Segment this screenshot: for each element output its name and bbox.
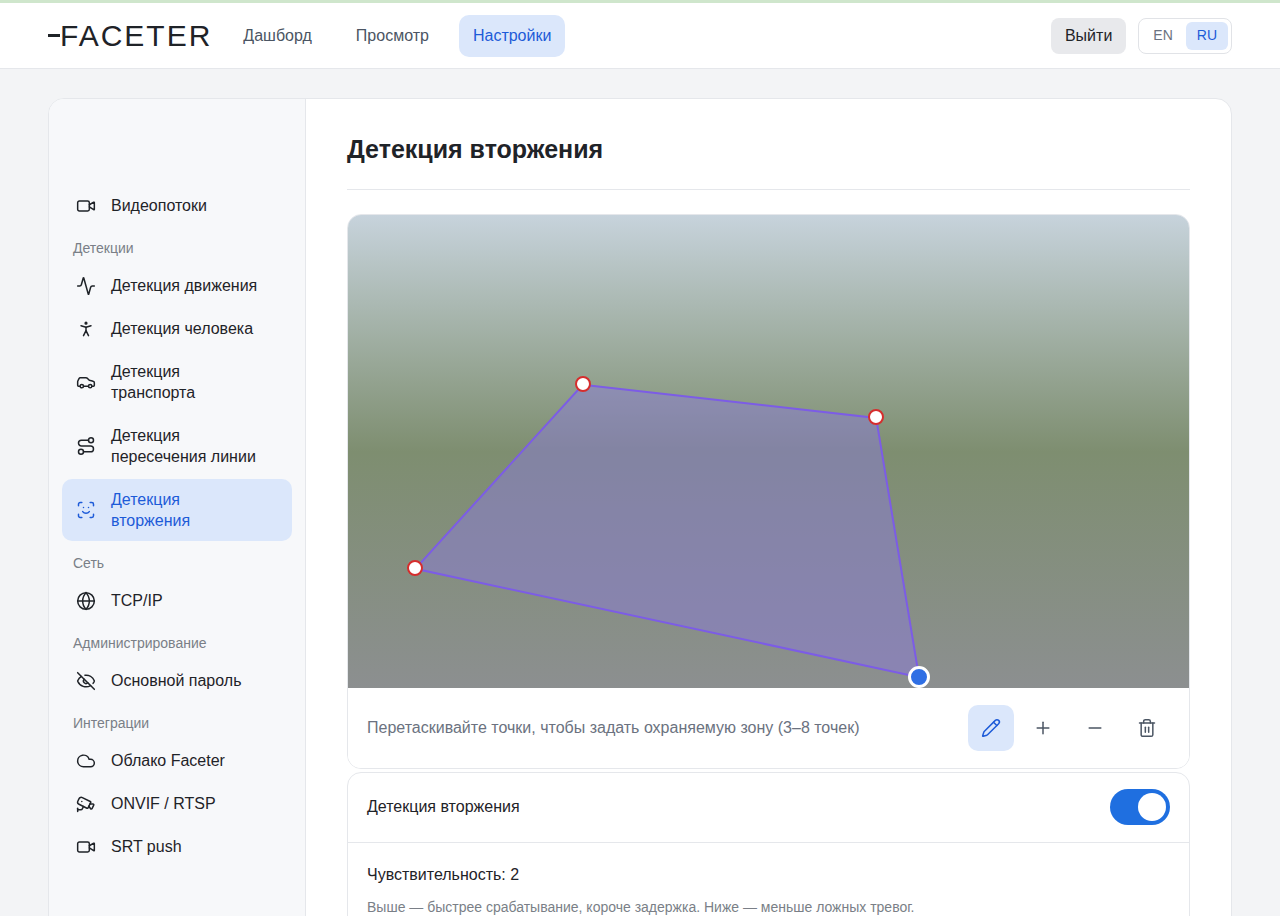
nav-item[interactable]: Просмотр bbox=[342, 15, 443, 57]
sidebar-item[interactable]: Детекция транспорта bbox=[62, 351, 292, 413]
language-option[interactable]: RU bbox=[1186, 22, 1228, 50]
sidebar-item[interactable]: Детекция вторжения bbox=[62, 479, 292, 541]
logo-bar-icon bbox=[48, 34, 60, 37]
page-title: Детекция вторжения bbox=[347, 99, 1190, 190]
car-icon bbox=[76, 372, 96, 392]
zone-hint: Перетаскивайте точки, чтобы задать охран… bbox=[367, 716, 859, 740]
toggle-knob bbox=[1138, 793, 1166, 821]
zone-polygon[interactable] bbox=[348, 215, 1189, 688]
sidebar-group-label: Детекции bbox=[62, 228, 292, 263]
zone-point[interactable] bbox=[575, 376, 591, 392]
intrusion-icon bbox=[76, 500, 96, 520]
zone-toolbar: Перетаскивайте точки, чтобы задать охран… bbox=[348, 688, 1189, 768]
top-accent bbox=[0, 0, 1280, 3]
sidebar-item[interactable]: Детекция человека bbox=[62, 308, 292, 349]
sidebar-group-label: Сеть bbox=[62, 543, 292, 578]
zone-point[interactable] bbox=[908, 666, 930, 688]
line-crossing-icon bbox=[76, 436, 96, 456]
zone-point[interactable] bbox=[868, 409, 884, 425]
video-icon bbox=[76, 837, 96, 857]
sidebar-item[interactable]: Облако Faceter bbox=[62, 740, 292, 781]
pencil-icon bbox=[981, 718, 1001, 738]
minus-icon bbox=[1085, 718, 1105, 738]
video-icon bbox=[76, 196, 96, 216]
enable-row: Детекция вторжения bbox=[348, 773, 1189, 843]
eye-off-icon bbox=[76, 671, 96, 691]
settings-card: Детекция вторженияЧувствительность: 2Выш… bbox=[347, 772, 1190, 916]
sensitivity-row: Чувствительность: 2Выше — быстрее срабат… bbox=[348, 843, 1189, 916]
top-bar: FACETER Дашборд Просмотр Настройки Выйти ENRU bbox=[0, 0, 1280, 69]
zone-point[interactable] bbox=[407, 560, 423, 576]
person-icon bbox=[76, 319, 96, 339]
sidebar-item[interactable]: Видеопотоки bbox=[62, 185, 292, 226]
edit-tool-button[interactable] bbox=[968, 705, 1014, 751]
language-option[interactable]: EN bbox=[1142, 22, 1183, 50]
nav-item[interactable]: Настройки bbox=[459, 15, 565, 57]
sidebar-item[interactable]: Детекция пересечения линии bbox=[62, 415, 292, 477]
globe-icon bbox=[76, 591, 96, 611]
clear-tool-button[interactable] bbox=[1124, 705, 1170, 751]
language-switch: ENRU bbox=[1138, 18, 1232, 54]
sidebar-item[interactable]: Основной пароль bbox=[62, 660, 292, 701]
sidebar-item[interactable]: SRT push bbox=[62, 826, 292, 867]
sidebar-item[interactable]: TCP/IP bbox=[62, 580, 292, 621]
remove-tool-button[interactable] bbox=[1072, 705, 1118, 751]
app: FACETER Дашборд Просмотр Настройки Выйти ENRU… bbox=[0, 0, 1280, 916]
motion-icon bbox=[76, 276, 96, 296]
camera-frame bbox=[348, 215, 1189, 688]
main-nav: Дашборд Просмотр Настройки bbox=[229, 15, 565, 57]
add-tool-button[interactable] bbox=[1020, 705, 1066, 751]
logout-button[interactable]: Выйти bbox=[1051, 18, 1126, 54]
settings-panel: ВидеопотокиДетекцииДетекция движенияДете… bbox=[48, 98, 1232, 916]
logo[interactable]: FACETER bbox=[48, 21, 212, 51]
enable-toggle[interactable] bbox=[1110, 789, 1170, 825]
sidebar-item[interactable]: ONVIF / RTSP bbox=[62, 783, 292, 824]
sidebar: ВидеопотокиДетекцииДетекция движенияДете… bbox=[49, 99, 306, 916]
plus-icon bbox=[1033, 718, 1053, 738]
sidebar-item[interactable]: Детекция движения bbox=[62, 265, 292, 306]
cctv-icon bbox=[76, 794, 96, 814]
cloud-icon bbox=[76, 751, 96, 771]
nav-item[interactable]: Дашборд bbox=[229, 15, 326, 57]
content: Детекция вторжения Перетаскивайте точки, … bbox=[306, 99, 1231, 916]
sidebar-group-label: Интеграции bbox=[62, 703, 292, 738]
trash-icon bbox=[1137, 718, 1157, 738]
zone-editor: Перетаскивайте точки, чтобы задать охран… bbox=[347, 214, 1190, 769]
sidebar-group-label: Администрирование bbox=[62, 623, 292, 658]
